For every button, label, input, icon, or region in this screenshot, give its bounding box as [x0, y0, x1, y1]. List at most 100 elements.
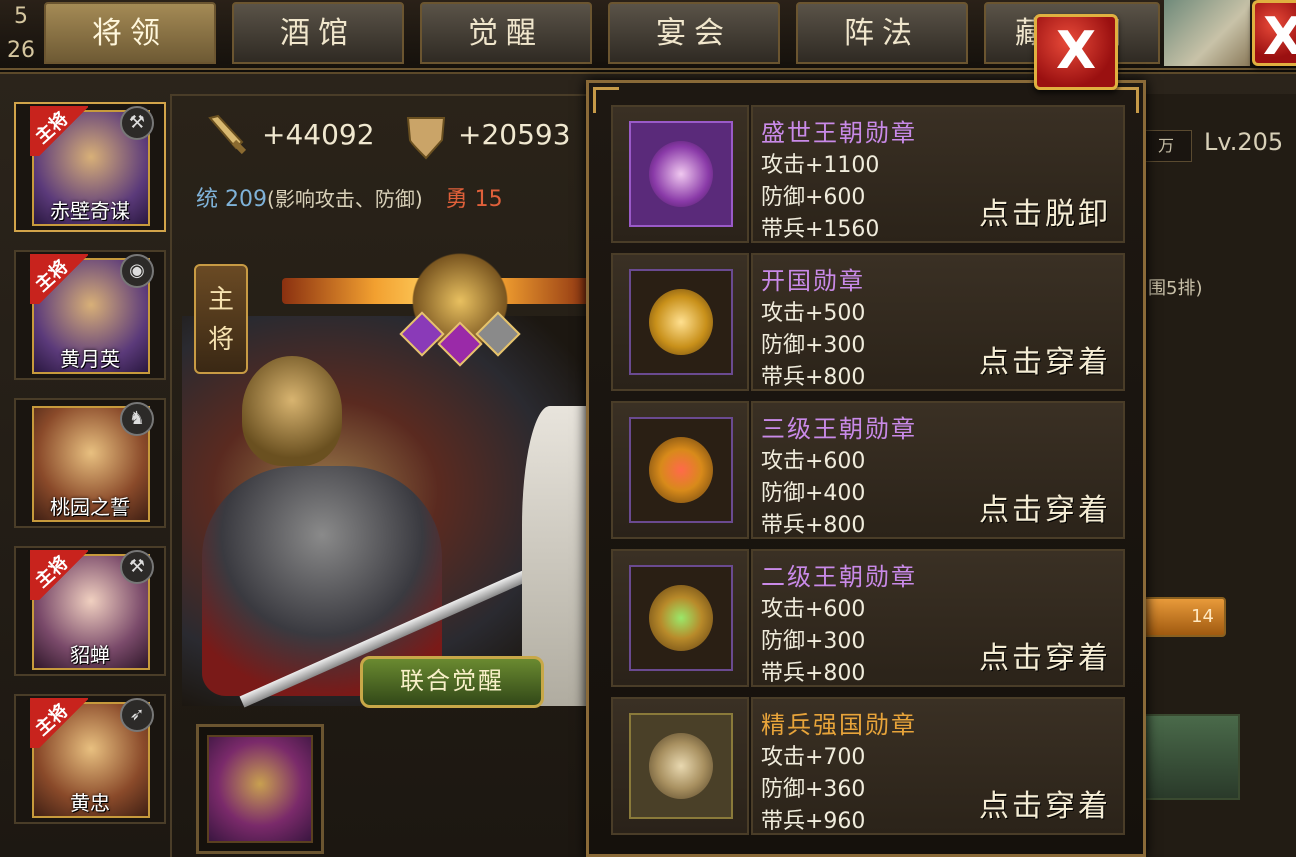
medal-item-3[interactable]: 三级王朝勋章 攻击+600 防御+400 带兵+800 点击穿着 — [611, 401, 1125, 539]
right-box: 万 — [1140, 130, 1192, 162]
cannon-icon: ◉ — [120, 254, 154, 288]
medal-troops: 带兵+960 — [761, 809, 866, 834]
medal-icon — [629, 417, 733, 523]
hero-helmet — [242, 356, 342, 466]
right-info-panel: 万 Lv.205 围5排) 14 — [1130, 94, 1296, 857]
medal-select-popup: 盛世王朝勋章 攻击+1100 防御+600 带兵+1560 点击脱卸 开国勋章 … — [586, 80, 1146, 857]
medal-core — [649, 733, 713, 799]
medal-troops: 带兵+800 — [761, 661, 866, 686]
medal-info: 盛世王朝勋章 攻击+1100 防御+600 带兵+1560 点击脱卸 — [751, 105, 1125, 243]
tab-banquet[interactable]: 宴会 — [608, 2, 780, 64]
medal-attack: 攻击+1100 — [761, 153, 880, 178]
medal-troops: 带兵+800 — [761, 513, 866, 538]
medal-defense: 防御+360 — [761, 777, 866, 802]
medal-icon-frame — [611, 401, 749, 539]
medal-name: 精兵强国勋章 — [761, 711, 917, 739]
valor-label: 勇 — [445, 187, 468, 212]
tab-tavern[interactable]: 酒馆 — [232, 2, 404, 64]
medal-icon-frame — [611, 105, 749, 243]
command-stat-line: 统 209(影响攻击、防御) 勇 15 — [196, 181, 503, 213]
medal-item-2[interactable]: 开国勋章 攻击+500 防御+300 带兵+800 点击穿着 — [611, 253, 1125, 391]
medal-core — [649, 437, 713, 503]
window-close-button[interactable]: X — [1252, 0, 1296, 67]
axe-icon: ⚒ — [120, 106, 154, 140]
medal-icon-frame — [611, 549, 749, 687]
right-row-text: 围5排) — [1148, 278, 1203, 299]
medal-icon — [629, 121, 733, 227]
medal-item-4[interactable]: 二级王朝勋章 攻击+600 防御+300 带兵+800 点击穿着 — [611, 549, 1125, 687]
ribbon-label: 主将 — [31, 108, 73, 148]
general-card-1[interactable]: 主将 ⚒ 赤壁奇谋 — [14, 102, 166, 232]
medal-defense: 防御+400 — [761, 481, 866, 506]
horse-icon: ♞ — [120, 402, 154, 436]
valor-value: 15 — [474, 187, 503, 212]
bow-icon: ➶ — [120, 698, 154, 732]
medal-item-5[interactable]: 精兵强国勋章 攻击+700 防御+360 带兵+960 点击穿着 — [611, 697, 1125, 835]
equip-button[interactable]: 点击穿着 — [979, 337, 1111, 381]
scenery-thumbnail — [1164, 0, 1250, 66]
medal-info: 二级王朝勋章 攻击+600 防御+300 带兵+800 点击穿着 — [751, 549, 1125, 687]
unequip-button[interactable]: 点击脱卸 — [979, 189, 1111, 233]
command-note: (影响攻击、防御) — [267, 187, 423, 211]
tab-formation[interactable]: 阵法 — [796, 2, 968, 64]
general-name: 赤壁奇谋 — [50, 199, 130, 223]
medal-icon-frame — [611, 253, 749, 391]
medal-attack: 攻击+600 — [761, 597, 866, 622]
general-name: 黄忠 — [70, 791, 110, 815]
medal-icon — [629, 565, 733, 671]
ribbon-label: 主将 — [31, 256, 73, 296]
green-button[interactable] — [1130, 714, 1240, 800]
general-detail-panel: +44092 +20593 统 209(影响攻击、防御) 勇 15 主将 联合觉… — [170, 94, 600, 857]
equip-button[interactable]: 点击穿着 — [979, 781, 1111, 825]
medal-core — [649, 585, 713, 651]
medal-attack: 攻击+500 — [761, 301, 866, 326]
medal-icon — [629, 269, 733, 375]
main-general-ribbon: 主将 — [30, 550, 88, 600]
general-card-5[interactable]: 主将 ➶ 黄忠 — [14, 694, 166, 824]
main-general-ribbon: 主将 — [30, 254, 88, 304]
medal-troops: 带兵+1560 — [761, 217, 880, 242]
command-value: 209 — [225, 187, 268, 212]
medal-core — [649, 141, 713, 207]
ribbon-label: 主将 — [31, 700, 73, 740]
command-label: 统 — [196, 187, 219, 212]
sword-icon — [208, 114, 247, 155]
medal-equip-slot[interactable] — [196, 724, 324, 854]
medal-info: 开国勋章 攻击+500 防御+300 带兵+800 点击穿着 — [751, 253, 1125, 391]
tab-awaken[interactable]: 觉醒 — [420, 2, 592, 64]
joint-awaken-button[interactable]: 联合觉醒 — [360, 656, 544, 708]
shield-icon — [406, 117, 446, 160]
popup-close-button[interactable]: X — [1034, 14, 1118, 90]
medal-defense: 防御+300 — [761, 333, 866, 358]
corner-counter-bottom: 26 — [7, 38, 35, 63]
tab-generals[interactable]: 将领 — [44, 2, 216, 64]
medal-name: 三级王朝勋章 — [761, 415, 917, 443]
general-name: 桃园之誓 — [50, 495, 130, 519]
defense-value: +20593 — [458, 118, 571, 151]
medal-name: 开国勋章 — [761, 267, 865, 295]
medal-core — [649, 289, 713, 355]
equip-button[interactable]: 点击穿着 — [979, 485, 1111, 529]
general-card-3[interactable]: ♞ 桃园之誓 — [14, 398, 166, 528]
general-card-4[interactable]: 主将 ⚒ 貂蝉 — [14, 546, 166, 676]
medal-name: 盛世王朝勋章 — [761, 119, 917, 147]
medal-icon-frame — [611, 697, 749, 835]
main-general-tag: 主将 — [194, 264, 248, 374]
general-name: 貂蝉 — [70, 643, 110, 667]
equipped-medal-icon — [207, 735, 313, 843]
general-card-2[interactable]: 主将 ◉ 黄月英 — [14, 250, 166, 380]
medal-attack: 攻击+600 — [761, 449, 866, 474]
medal-icon — [629, 713, 733, 819]
axe-icon: ⚒ — [120, 550, 154, 584]
general-artwork — [182, 316, 592, 708]
corner-counter-top: 5 — [14, 4, 28, 29]
medal-attack: 攻击+700 — [761, 745, 866, 770]
main-general-ribbon: 主将 — [30, 698, 88, 748]
attack-value: +44092 — [262, 118, 375, 151]
medal-name: 二级王朝勋章 — [761, 563, 917, 591]
level-label: Lv.205 — [1204, 128, 1284, 156]
equip-button[interactable]: 点击穿着 — [979, 633, 1111, 677]
medal-defense: 防御+600 — [761, 185, 866, 210]
medal-info: 精兵强国勋章 攻击+700 防御+360 带兵+960 点击穿着 — [751, 697, 1125, 835]
medal-item-1[interactable]: 盛世王朝勋章 攻击+1100 防御+600 带兵+1560 点击脱卸 — [611, 105, 1125, 243]
